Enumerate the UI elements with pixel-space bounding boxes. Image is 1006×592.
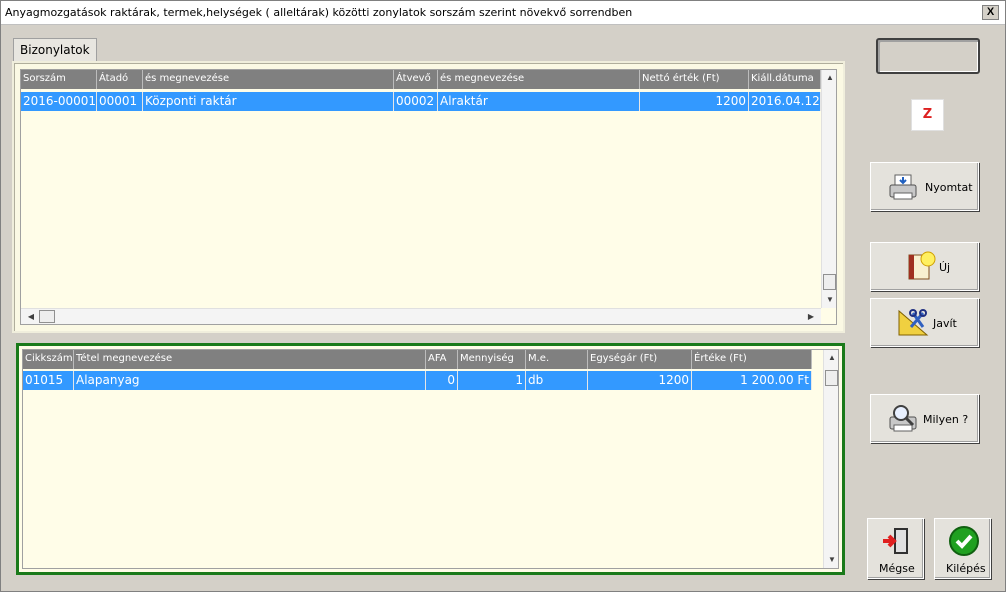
scroll-down-icon[interactable]: ▼	[822, 292, 836, 308]
items-vertical-scrollbar[interactable]: ▲ ▼	[823, 350, 838, 568]
scroll-thumb[interactable]	[823, 274, 836, 290]
tab-bizonylatok[interactable]: Bizonylatok	[13, 38, 97, 62]
table-row[interactable]: 2016-00001 00001 Központi raktár 00002 A…	[21, 92, 821, 111]
exit-label: Kilépés	[946, 562, 986, 575]
cell-netto: 1200	[640, 92, 749, 111]
title-bar: Anyagmozgatások raktárak, termek,helység…	[1, 1, 1005, 25]
cell-egysegar: 1200	[588, 371, 692, 390]
check-ok-icon	[949, 526, 979, 556]
scroll-right-icon[interactable]: ▶	[803, 309, 819, 324]
column-header-mennyiseg[interactable]: Mennyiség	[458, 350, 526, 369]
cell-atvevo: 00002	[394, 92, 438, 111]
new-document-icon	[908, 251, 936, 280]
edit-label: Javít	[933, 317, 957, 330]
printer-icon	[889, 174, 917, 200]
cell-date: 2016.04.12	[749, 92, 821, 111]
documents-horizontal-scrollbar[interactable]: ◀ ▶	[21, 308, 821, 324]
status-display	[876, 38, 980, 74]
cell-me: db	[526, 371, 588, 390]
exit-button[interactable]: Kilépés	[934, 518, 991, 579]
z-button[interactable]: Z	[911, 99, 944, 131]
scroll-thumb[interactable]	[825, 370, 838, 386]
documents-vertical-scrollbar[interactable]: ▲ ▼	[821, 70, 836, 308]
column-header-cikkszam[interactable]: Cikkszám	[23, 350, 74, 369]
cell-cikkszam: 01015	[23, 371, 74, 390]
scroll-down-icon[interactable]: ▼	[824, 552, 838, 568]
cancel-button[interactable]: Mégse	[867, 518, 924, 579]
close-button[interactable]: X	[982, 5, 999, 20]
items-panel: Cikkszám Tétel megnevezése AFA Mennyiség…	[16, 343, 845, 575]
cell-atado-name: Központi raktár	[143, 92, 394, 111]
cell-afa: 0	[426, 371, 458, 390]
column-header-me[interactable]: M.e.	[526, 350, 588, 369]
scroll-thumb[interactable]	[39, 310, 55, 323]
column-header-date[interactable]: Kiáll.dátuma	[749, 70, 821, 89]
column-header-tetel[interactable]: Tétel megnevezése	[74, 350, 426, 369]
which-button[interactable]: Milyen ?	[870, 394, 979, 443]
column-header-atvevo-name[interactable]: és megnevezése	[438, 70, 640, 89]
main-window: Anyagmozgatások raktárak, termek,helység…	[0, 0, 1006, 592]
column-header-netto[interactable]: Nettó érték (Ft)	[640, 70, 749, 89]
column-header-atvevo[interactable]: Átvevő	[394, 70, 438, 89]
column-header-egysegar[interactable]: Egységár (Ft)	[588, 350, 692, 369]
cancel-label: Mégse	[879, 562, 915, 575]
cell-atvevo-name: Alraktár	[438, 92, 640, 111]
scroll-left-icon[interactable]: ◀	[23, 309, 39, 324]
scroll-up-icon[interactable]: ▲	[824, 350, 838, 366]
column-header-atado-name[interactable]: és megnevezése	[143, 70, 394, 89]
magnify-printer-icon	[889, 405, 917, 432]
items-grid[interactable]: Cikkszám Tétel megnevezése AFA Mennyiség…	[22, 349, 839, 569]
cell-sorszam: 2016-00001	[21, 92, 97, 111]
column-header-sorszam[interactable]: Sorszám	[21, 70, 97, 89]
scroll-up-icon[interactable]: ▲	[822, 70, 836, 86]
window-title: Anyagmozgatások raktárak, termek,helység…	[5, 6, 633, 19]
table-row[interactable]: 01015 Alapanyag 0 1 db 1200 1 200.00 Ft	[23, 371, 812, 390]
column-header-erteke[interactable]: Értéke (Ft)	[692, 350, 812, 369]
which-label: Milyen ?	[923, 413, 969, 426]
column-header-atado[interactable]: Átadó	[97, 70, 143, 89]
edit-button[interactable]: Javít	[870, 298, 979, 347]
column-header-afa[interactable]: AFA	[426, 350, 458, 369]
cell-mennyiseg: 1	[458, 371, 526, 390]
edit-tools-icon	[898, 309, 929, 336]
cell-atado: 00001	[97, 92, 143, 111]
new-label: Új	[939, 261, 951, 274]
print-label: Nyomtat	[925, 181, 973, 194]
cell-tetel: Alapanyag	[74, 371, 426, 390]
exit-door-icon	[883, 528, 908, 554]
cell-erteke: 1 200.00 Ft	[692, 371, 812, 390]
new-button[interactable]: Új	[870, 242, 979, 291]
print-button[interactable]: Nyomtat	[870, 162, 979, 211]
documents-grid[interactable]: Sorszám Átadó és megnevezése Átvevő és m…	[20, 69, 837, 325]
